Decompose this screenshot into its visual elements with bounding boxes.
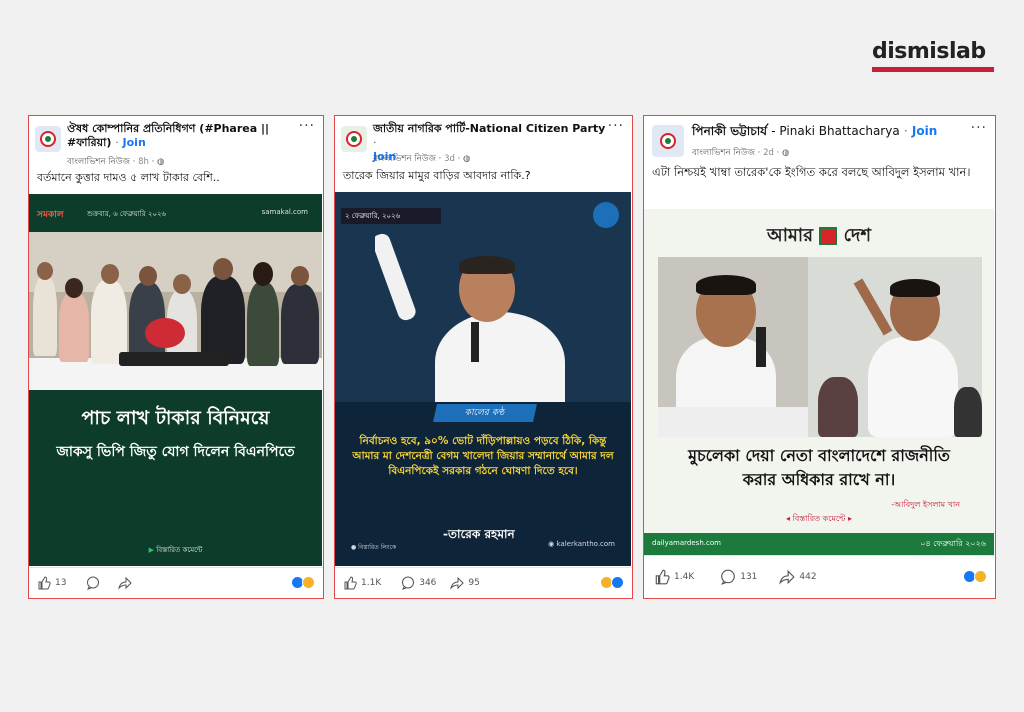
dismislab-logo: dismislab	[872, 40, 994, 72]
image-headline-2: জাকসু ভিপি জিতু যোগ দিলেন বিএনপিতে	[56, 444, 295, 460]
image-cta: বিস্তারিত লিংকে	[358, 544, 397, 551]
reaction-icons[interactable]	[963, 570, 987, 583]
pointer-icon: ▶	[148, 546, 154, 554]
page-avatar[interactable]	[341, 126, 367, 152]
image-cta: বিস্তারিত কমেন্টে	[792, 514, 846, 523]
post-image[interactable]: আমার দেশ মুচলেকা দেয়া নেতা বাংলাদেশে রা…	[644, 209, 994, 556]
post-image[interactable]: সমকাল শুক্রবার, ৬ ফেব্রুয়ারি ২০২৬ samak…	[29, 194, 322, 566]
thumbs-up-icon	[38, 576, 51, 590]
comment-icon	[87, 576, 100, 590]
post-meta: বাংলাভিশন নিউজ · 8h · ◍	[67, 157, 165, 167]
share-button[interactable]: 442	[779, 569, 817, 585]
more-options-icon[interactable]: ···	[971, 120, 987, 136]
post-header: পিনাকী ভট্টাচার্য - Pinaki Bhattacharya …	[644, 116, 995, 164]
page-name[interactable]: ঔষধ কোম্পানির প্রতিনিধিগণ (#Pharea || #ফ…	[67, 122, 297, 150]
globe-icon: ◍	[463, 154, 471, 164]
post-footer: 1.1K 346 95	[335, 567, 632, 598]
globe-icon: ◍	[782, 148, 790, 158]
reaction-icons[interactable]	[291, 576, 315, 589]
image-site: samakal.com	[261, 208, 308, 216]
more-options-icon[interactable]: ···	[608, 118, 624, 134]
post-caption: এটা নিশ্চয়ই খাম্বা তারেক'কে ইংগিত করে ব…	[652, 165, 971, 179]
share-icon	[450, 576, 465, 590]
arrow-left-icon: ◂	[786, 514, 791, 523]
like-count: 13	[55, 578, 67, 588]
page-avatar[interactable]	[652, 125, 684, 157]
image-date: ০৪ ফেব্রুয়ারি ২০২৬	[920, 539, 986, 548]
reaction-icons[interactable]	[600, 576, 624, 589]
comment-count: 131	[740, 572, 758, 582]
logo-underline	[872, 67, 994, 72]
post-footer: 13	[29, 567, 323, 598]
thumbs-up-icon	[655, 569, 670, 585]
image-quote: নির্বাচনও হবে, ৯০% ভোট দাঁড়িপাল্লায়ও প…	[352, 435, 614, 477]
arrow-right-icon: ▸	[847, 514, 852, 523]
logo-text: dismislab	[872, 39, 986, 64]
more-options-icon[interactable]: ···	[299, 118, 315, 134]
news-photo	[29, 232, 322, 390]
image-cta: বিস্তারিত কমেন্টে	[156, 546, 203, 554]
outlet-name-left: আমার	[766, 225, 814, 246]
facebook-post-2: জাতীয় নাগরিক পার্টি-National Citizen Pa…	[334, 115, 633, 599]
image-date: শুক্রবার, ৬ ফেব্রুয়ারি ২০২৬	[87, 210, 167, 218]
comment-button[interactable]: 346	[401, 576, 436, 590]
image-site: kalerkantho.com	[556, 540, 615, 548]
share-icon	[779, 569, 796, 585]
post-header: ঔষধ কোম্পানির প্রতিনিধিগণ (#Pharea || #ফ…	[29, 116, 323, 167]
image-attribution: -আবিদুল ইসলাম খান	[891, 500, 960, 509]
join-button[interactable]: Join	[912, 124, 937, 138]
page-name[interactable]: পিনাকী ভট্টাচার্য - Pinaki Bhattacharya …	[692, 124, 969, 138]
post-meta: বাংলাভিশন নিউজ · 2d · ◍	[692, 148, 790, 158]
outlet-badge-icon	[593, 202, 619, 228]
comment-button[interactable]	[86, 576, 104, 590]
news-photo	[658, 257, 982, 437]
page-avatar[interactable]	[35, 126, 61, 152]
facebook-post-3: পিনাকী ভট্টাচার্য - Pinaki Bhattacharya …	[643, 115, 996, 599]
outlet-logo: সমকাল	[37, 210, 64, 220]
image-speaker: -তারেক রহমান	[443, 527, 515, 541]
comment-icon	[721, 569, 736, 585]
share-button[interactable]: 95	[450, 576, 480, 590]
like-button[interactable]: 1.4K	[654, 569, 694, 585]
outlet-logo-icon	[819, 227, 838, 245]
facebook-post-1: ঔষধ কোম্পানির প্রতিনিধিগণ (#Pharea || #ফ…	[28, 115, 324, 599]
comment-count: 346	[419, 578, 437, 588]
outlet-label: কালের কণ্ঠ	[433, 404, 537, 422]
post-header: জাতীয় নাগরিক পার্টি-National Citizen Pa…	[335, 116, 632, 164]
like-button[interactable]: 13	[37, 576, 66, 590]
image-date: ২ ফেব্রুয়ারি, ২০২৬	[341, 208, 441, 224]
image-headline-1: মুচলেকা দেয়া নেতা বাংলাদেশে রাজনীতি	[688, 446, 950, 465]
outlet-name-right: দেশ	[843, 225, 872, 246]
post-image[interactable]: ২ ফেব্রুয়ারি, ২০২৬ কালের কণ্ঠ নির্বাচনও…	[335, 192, 631, 566]
post-caption: বর্তমানে কুত্তার দামও ৫ লাখ টাকার বেশি..	[37, 171, 220, 184]
comment-icon	[402, 576, 415, 590]
like-count: 1.4K	[674, 572, 695, 582]
post-caption: তারেক জিয়ার মামুর বাড়ির আবদার নাকি.?	[343, 169, 531, 182]
share-icon	[118, 576, 133, 590]
image-headline-1: পাচ লাখ টাকার বিনিময়ে	[81, 407, 270, 429]
share-button[interactable]	[118, 576, 136, 590]
like-button[interactable]: 1.1K	[343, 576, 381, 590]
news-photo	[375, 232, 595, 402]
globe-icon: ◍	[156, 157, 165, 167]
share-count: 95	[468, 578, 480, 588]
post-footer: 1.4K 131 442	[644, 555, 995, 598]
share-count: 442	[799, 572, 817, 582]
join-button[interactable]: Join	[123, 136, 146, 149]
thumbs-up-icon	[344, 576, 357, 590]
web-icon: ◉	[548, 540, 555, 548]
comment-button[interactable]: 131	[720, 569, 757, 585]
image-site: dailyamardesh.com	[652, 539, 721, 547]
like-count: 1.1K	[361, 578, 382, 588]
post-meta: বাংলাভিশন নিউজ · 3d · ◍	[373, 154, 471, 164]
image-headline-2: করার অধিকার রাখে না।	[742, 470, 896, 489]
